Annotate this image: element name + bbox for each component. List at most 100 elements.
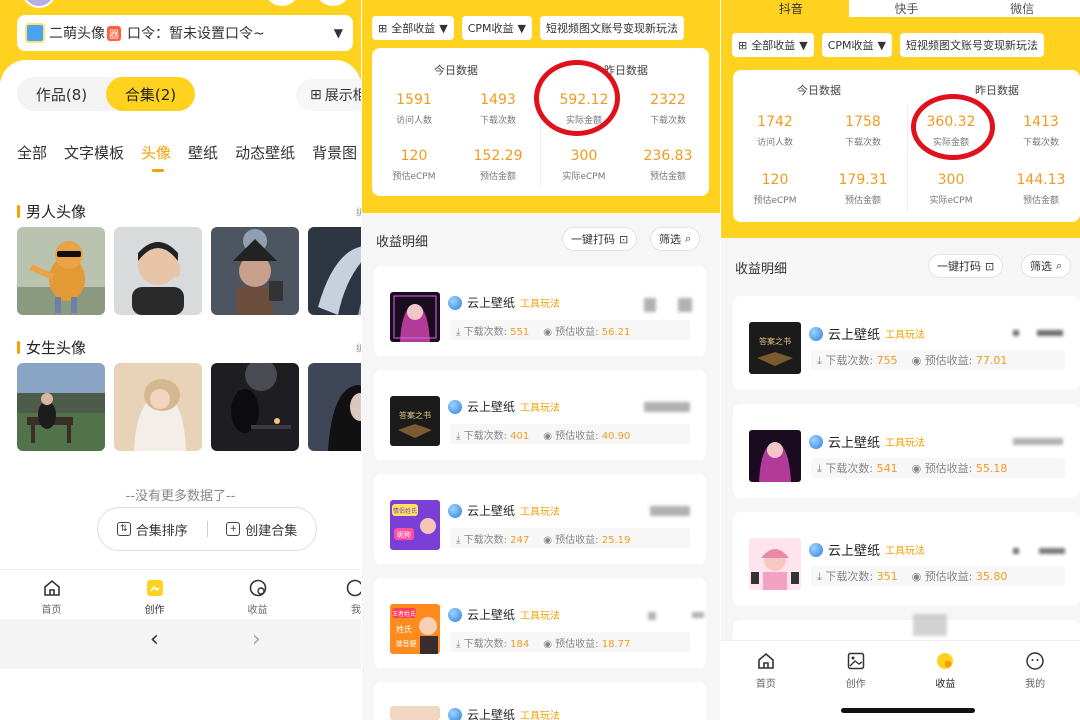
- wallpaper-app-icon: [448, 503, 462, 518]
- cpm-income-dropdown[interactable]: CPM收益 ▼: [821, 33, 892, 57]
- back-arrow-icon[interactable]: ‹: [150, 627, 159, 652]
- category-text-template[interactable]: 文字模板: [64, 142, 124, 163]
- download-count: ⤓ 下载次数: 351: [817, 570, 898, 583]
- tab-home-label: 首页: [41, 605, 62, 616]
- sort-icon: ⇅: [116, 522, 131, 536]
- stats-card: 今日数据 昨日数据 1742 访问人数 1758 下载次数 360.32 实际金…: [733, 70, 1080, 222]
- blurred-info: [692, 612, 704, 618]
- one-click-mask-button[interactable]: 一键打码 ⊡: [562, 227, 638, 251]
- promo-label: 短视频图文账号变现新玩法: [905, 39, 1038, 52]
- item-thumbnail: [749, 430, 801, 482]
- income-item-card[interactable]: 云上壁纸 工具玩法 ⤓ 下载次数: 351 ◉ 预估收益: 35.80: [733, 512, 1080, 606]
- cpm-income-dropdown[interactable]: CPM收益 ▼: [461, 16, 532, 40]
- avatar-thumb[interactable]: [308, 363, 361, 451]
- account-selector[interactable]: 二萌头像 器 口令：暂未设置口令~ ▼: [17, 15, 353, 51]
- grid-icon: ⊞: [310, 87, 322, 103]
- item-stats-row: ⤓ 下载次数: 551 ◉ 预估收益: 56.21: [450, 320, 690, 340]
- home-icon: [758, 652, 774, 669]
- all-income-dropdown[interactable]: ⊞ 全部收益 ▼: [732, 33, 814, 57]
- stat-value: 300: [570, 148, 598, 164]
- wallpaper-app-icon: [448, 399, 462, 414]
- item-stats-row: ⤓ 下载次数: 351 ◉ 预估收益: 35.80: [811, 566, 1065, 586]
- thumb-text: 王者姓氏: [392, 610, 416, 618]
- tab-douyin[interactable]: 抖音: [733, 0, 849, 17]
- dropdown-arrow-icon[interactable]: ▼: [334, 26, 343, 40]
- avatar-thumb[interactable]: [114, 227, 202, 315]
- tab-kuaishou[interactable]: 快手: [848, 0, 965, 17]
- category-live-wallpaper[interactable]: 动态壁纸: [235, 142, 295, 163]
- promo-banner[interactable]: 短视频图文账号变现新玩法: [899, 33, 1044, 57]
- create-collection-button[interactable]: + 创建合集: [208, 520, 317, 539]
- income-item-card[interactable]: 云上壁纸 工具玩法: [374, 682, 706, 720]
- item-name: 云上壁纸: [828, 544, 881, 559]
- stat-label: 实际eCPM: [562, 172, 606, 182]
- stat-value: 1413: [1023, 114, 1059, 130]
- item-stats-row: ⤓ 下载次数: 247 ◉ 预估收益: 25.19: [450, 528, 690, 548]
- stat-label: 预估eCPM: [392, 172, 436, 182]
- item-name: 云上壁纸: [467, 296, 516, 310]
- today-data-label: 今日数据: [434, 64, 478, 77]
- income-item-card[interactable]: 云上壁纸 工具玩法 ⤓ 下载次数: 551 ◉ 预估收益: 56.21: [374, 266, 706, 356]
- stat-value: 1758: [845, 114, 881, 130]
- tab-me[interactable]: 我: [309, 570, 361, 619]
- tab-home[interactable]: 首页: [721, 641, 811, 720]
- sort-collection-button[interactable]: ⇅ 合集排序: [98, 520, 207, 539]
- filter-button[interactable]: 筛选 ⌕: [650, 227, 701, 251]
- stat-label: 预估金额: [479, 172, 516, 182]
- forward-arrow-icon[interactable]: ›: [252, 627, 261, 652]
- wallpaper-app-icon: [809, 542, 823, 557]
- blurred-info: [1013, 548, 1019, 554]
- filter-button[interactable]: 筛选 ⌕: [1021, 254, 1072, 278]
- tab-income[interactable]: 收益: [206, 570, 309, 619]
- estimated-income: ◉ 预估收益: 56.21: [543, 326, 631, 338]
- filter-label: 筛选: [659, 233, 681, 246]
- all-income-dropdown[interactable]: ⊞ 全部收益 ▼: [372, 16, 454, 40]
- stat-value: 1742: [757, 114, 793, 130]
- item-stats-row: ⤓ 下载次数: 541 ◉ 预估收益: 55.18: [811, 458, 1065, 478]
- tab-create[interactable]: 创作: [103, 570, 206, 619]
- blurred-info: [650, 506, 690, 516]
- male-avatar-row: [17, 227, 361, 315]
- plus-icon: +: [226, 522, 241, 536]
- stat-label: 实际eCPM: [929, 196, 973, 206]
- tab-collection[interactable]: 合集(2): [106, 77, 195, 111]
- income-item-card[interactable]: 答案之书 云上壁纸 工具玩法 ⤓ 下载次数: 755 ◉ 预估收益: 77.01: [733, 296, 1080, 390]
- income-item-card[interactable]: 云上壁纸 工具玩法 ⤓ 下载次数: 541 ◉ 预估收益: 55.18: [733, 404, 1080, 498]
- stat-label: 下载次数: [844, 138, 881, 148]
- promo-banner[interactable]: 短视频图文账号变现新玩法: [539, 16, 684, 40]
- avatar-thumb[interactable]: [211, 363, 299, 451]
- item-tag: 工具玩法: [885, 330, 926, 341]
- category-wallpaper[interactable]: 壁纸: [188, 142, 218, 163]
- tab-wechat[interactable]: 微信: [964, 0, 1080, 17]
- income-item-card[interactable]: 情侣姓氏 昵称 云上壁纸 工具玩法 ⤓ 下载次数: 247 ◉ 预估收益: 25.…: [374, 474, 706, 564]
- item-thumbnail: 答案之书: [390, 396, 440, 446]
- avatar-thumb[interactable]: [211, 227, 299, 315]
- blurred-info: [1013, 330, 1019, 336]
- category-background[interactable]: 背景图: [312, 142, 357, 163]
- avatar-thumb[interactable]: [17, 227, 105, 315]
- tab-me[interactable]: 我的: [990, 641, 1080, 720]
- category-all[interactable]: 全部: [17, 142, 47, 163]
- item-name: 云上壁纸: [828, 328, 881, 343]
- wallpaper-app-icon: [809, 326, 823, 341]
- category-tabs: 全部 文字模板 头像 壁纸 动态壁纸 背景图: [17, 142, 361, 172]
- item-stats-row: ⤓ 下载次数: 401 ◉ 预估收益: 40.90: [450, 424, 690, 444]
- item-title-row: 云上壁纸 工具玩法: [448, 398, 560, 415]
- download-count: ⤓ 下载次数: 401: [456, 430, 530, 442]
- income-item-card[interactable]: 王者姓氏 姓氏 谐音梗 云上壁纸 工具玩法 ⤓ 下载次数: 184 ◉ 预估收益: …: [374, 578, 706, 668]
- works-collection-switch: 作品(8) 合集(2): [17, 77, 195, 111]
- wallpaper-app-icon: [448, 295, 462, 310]
- stat-label: 预估金额: [649, 172, 686, 182]
- stat-value: 1591: [396, 92, 432, 108]
- income-item-card[interactable]: 答案之书 云上壁纸 工具玩法 ⤓ 下载次数: 401 ◉ 预估收益: 40.90: [374, 370, 706, 460]
- tab-home[interactable]: 首页: [0, 570, 103, 619]
- avatar-thumb[interactable]: [17, 363, 105, 451]
- no-more-data: --没有更多数据了--: [125, 489, 236, 504]
- highlight-circle: [911, 94, 995, 160]
- tab-works[interactable]: 作品(8): [17, 77, 106, 111]
- avatar-thumb[interactable]: [308, 227, 361, 315]
- showcase-button[interactable]: ⊞ 展示柜: [296, 79, 361, 111]
- category-avatar[interactable]: 头像: [141, 142, 171, 172]
- one-click-mask-button[interactable]: 一键打码 ⊡: [928, 254, 1004, 278]
- avatar-thumb[interactable]: [114, 363, 202, 451]
